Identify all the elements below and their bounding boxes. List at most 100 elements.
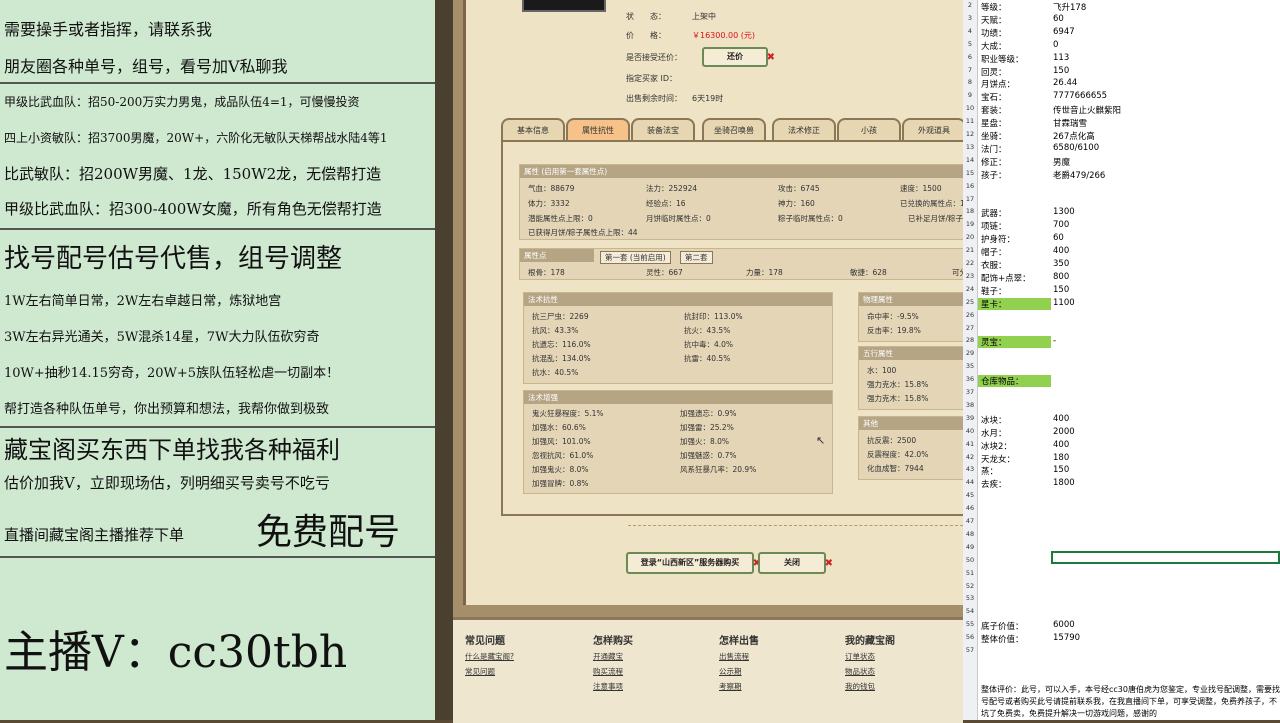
row-number[interactable]: 37 bbox=[963, 388, 977, 396]
cell-value[interactable]: 飞升178 bbox=[1053, 1, 1086, 13]
row-number[interactable]: 25 bbox=[963, 298, 977, 306]
cell-value[interactable]: 男魔 bbox=[1053, 156, 1070, 168]
cell-label[interactable]: 护身符： bbox=[981, 233, 1015, 245]
cell-value[interactable]: 400 bbox=[1053, 414, 1069, 424]
footer-link[interactable]: 什么是藏宝阁? bbox=[465, 651, 514, 662]
cell-label[interactable]: 大成： bbox=[981, 40, 1007, 52]
row-number[interactable]: 8 bbox=[963, 78, 977, 86]
row-number[interactable]: 5 bbox=[963, 40, 977, 48]
cell-value[interactable]: 150 bbox=[1053, 285, 1069, 295]
cell-value[interactable]: 700 bbox=[1053, 220, 1069, 230]
cell-label[interactable]: 蒸： bbox=[981, 465, 998, 477]
cell-label[interactable]: 冰块2： bbox=[981, 440, 1012, 452]
row-number[interactable]: 12 bbox=[963, 130, 977, 138]
cell-label[interactable]: 项链： bbox=[981, 220, 1007, 232]
row-number[interactable]: 2 bbox=[963, 1, 977, 9]
cell-label[interactable]: 套装： bbox=[981, 104, 1007, 116]
row-number[interactable]: 41 bbox=[963, 440, 977, 448]
cell-value[interactable]: 400 bbox=[1053, 440, 1069, 450]
cell-value[interactable]: 800 bbox=[1053, 272, 1069, 282]
cell-label[interactable]: 功绩： bbox=[981, 27, 1007, 39]
row-number[interactable]: 7 bbox=[963, 66, 977, 74]
cell-label[interactable]: 整体价值： bbox=[981, 633, 1024, 645]
row-number[interactable]: 20 bbox=[963, 233, 977, 241]
row-number[interactable]: 49 bbox=[963, 543, 977, 551]
row-number[interactable]: 26 bbox=[963, 311, 977, 319]
tab-appearance[interactable]: 外观道具 bbox=[902, 118, 966, 142]
cell-label[interactable]: 职业等级： bbox=[981, 53, 1024, 65]
cell-value[interactable]: 60 bbox=[1053, 14, 1064, 24]
selected-cell[interactable] bbox=[1051, 551, 1280, 564]
row-number[interactable]: 53 bbox=[963, 594, 977, 602]
footer-link[interactable]: 物品状态 bbox=[845, 666, 895, 677]
row-number[interactable]: 57 bbox=[963, 646, 977, 654]
row-number[interactable]: 15 bbox=[963, 169, 977, 177]
cell-value[interactable]: 150 bbox=[1053, 66, 1069, 76]
row-number[interactable]: 36 bbox=[963, 375, 977, 383]
footer-link[interactable]: 订单状态 bbox=[845, 651, 895, 662]
row-number[interactable]: 16 bbox=[963, 182, 977, 190]
cell-value[interactable]: 6947 bbox=[1053, 27, 1075, 37]
cell-value[interactable]: 2000 bbox=[1053, 427, 1075, 437]
row-number[interactable]: 42 bbox=[963, 453, 977, 461]
row-number[interactable]: 6 bbox=[963, 53, 977, 61]
row-number[interactable]: 19 bbox=[963, 220, 977, 228]
cell-label[interactable]: 配饰+点翠： bbox=[981, 272, 1031, 284]
cell-value[interactable]: 60 bbox=[1053, 233, 1064, 243]
row-number[interactable]: 51 bbox=[963, 569, 977, 577]
cell-label[interactable]: 武器： bbox=[981, 207, 1007, 219]
cell-label[interactable]: 灵宝： bbox=[981, 336, 1007, 348]
row-number[interactable]: 35 bbox=[963, 362, 977, 370]
cell-value[interactable]: 150 bbox=[1053, 465, 1069, 475]
cell-value[interactable]: 113 bbox=[1053, 53, 1069, 63]
tab-basic-info[interactable]: 基本信息 bbox=[501, 118, 565, 142]
row-number[interactable]: 13 bbox=[963, 143, 977, 151]
row-number[interactable]: 50 bbox=[963, 556, 977, 564]
tab-child[interactable]: 小孩 bbox=[837, 118, 901, 142]
cell-label[interactable]: 法门： bbox=[981, 143, 1007, 155]
row-number[interactable]: 17 bbox=[963, 195, 977, 203]
cell-value[interactable]: 350 bbox=[1053, 259, 1069, 269]
row-number[interactable]: 38 bbox=[963, 401, 977, 409]
cell-label[interactable]: 去疾： bbox=[981, 478, 1007, 490]
cell-value[interactable]: 1300 bbox=[1053, 207, 1075, 217]
cell-label[interactable]: 冰块： bbox=[981, 414, 1007, 426]
row-number[interactable]: 21 bbox=[963, 246, 977, 254]
cell-value[interactable]: 180 bbox=[1053, 453, 1069, 463]
cell-value[interactable]: 400 bbox=[1053, 246, 1069, 256]
row-number[interactable]: 54 bbox=[963, 607, 977, 615]
row-number[interactable]: 9 bbox=[963, 91, 977, 99]
cell-value[interactable]: 1100 bbox=[1053, 298, 1075, 308]
footer-link[interactable]: 公示期 bbox=[719, 666, 759, 677]
tab-equipment[interactable]: 装备法宝 bbox=[631, 118, 695, 142]
row-number[interactable]: 14 bbox=[963, 156, 977, 164]
cell-value[interactable]: 1800 bbox=[1053, 478, 1075, 488]
cell-label[interactable]: 衣服： bbox=[981, 259, 1007, 271]
counter-offer-button[interactable]: 还价 ✖ bbox=[702, 47, 775, 67]
tab-attributes[interactable]: 属性抗性 bbox=[566, 118, 630, 142]
tab-spell-correction[interactable]: 法术修正 bbox=[772, 118, 836, 142]
row-number[interactable]: 48 bbox=[963, 530, 977, 538]
cell-label[interactable]: 宝石： bbox=[981, 91, 1007, 103]
footer-link[interactable]: 注意事项 bbox=[593, 681, 633, 692]
footer-link[interactable]: 我的钱包 bbox=[845, 681, 895, 692]
cell-label[interactable]: 回灵： bbox=[981, 66, 1007, 78]
row-number[interactable]: 46 bbox=[963, 504, 977, 512]
cell-value[interactable]: 6000 bbox=[1053, 620, 1075, 630]
row-number[interactable]: 44 bbox=[963, 478, 977, 486]
login-purchase-button[interactable]: 登录“山西新区”服务器购买 ✖ bbox=[626, 552, 761, 574]
footer-link[interactable]: 购买流程 bbox=[593, 666, 633, 677]
row-number[interactable]: 23 bbox=[963, 272, 977, 280]
row-number[interactable]: 24 bbox=[963, 285, 977, 293]
cell-label[interactable]: 鞋子： bbox=[981, 285, 1007, 297]
row-number[interactable]: 56 bbox=[963, 633, 977, 641]
cell-value[interactable]: 传世音止火麒紫阳 bbox=[1053, 104, 1121, 116]
row-number[interactable]: 22 bbox=[963, 259, 977, 267]
cell-value[interactable]: 老爵479/266 bbox=[1053, 169, 1105, 181]
tab-mounts-pets[interactable]: 坐骑召唤兽 bbox=[702, 118, 766, 142]
row-number[interactable]: 11 bbox=[963, 117, 977, 125]
row-number[interactable]: 29 bbox=[963, 349, 977, 357]
cell-value[interactable]: - bbox=[1053, 336, 1056, 346]
footer-link[interactable]: 出售流程 bbox=[719, 651, 759, 662]
row-number[interactable]: 10 bbox=[963, 104, 977, 112]
